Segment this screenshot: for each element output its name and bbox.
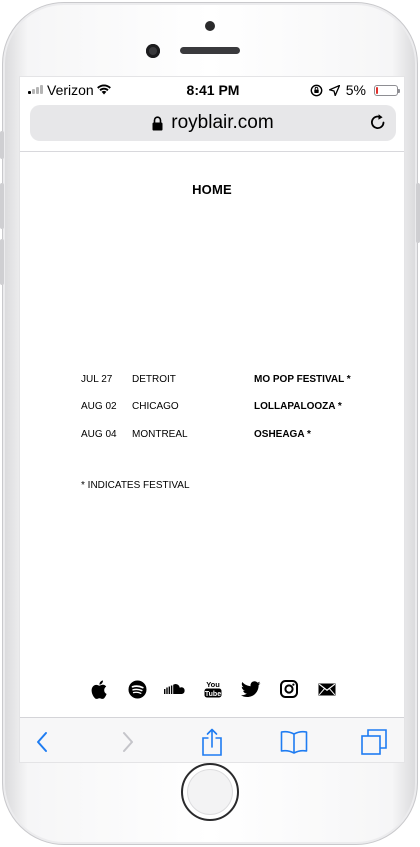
chevron-right-icon	[123, 732, 133, 752]
tour-city: MONTREAL	[132, 429, 188, 440]
forward-button[interactable]	[112, 727, 144, 757]
url-text: royblair.com	[171, 112, 274, 133]
browser-toolbar	[20, 717, 404, 762]
reload-icon[interactable]	[368, 112, 388, 132]
book-icon	[280, 730, 308, 754]
orientation-lock-icon	[310, 84, 323, 96]
proximity-sensor	[205, 21, 215, 31]
battery-percent: 5%	[345, 82, 366, 98]
status-bar: Verizon 8:41 PM 5%	[20, 77, 404, 103]
battery-icon	[374, 84, 400, 96]
earpiece-speaker	[180, 47, 240, 54]
mute-switch	[0, 131, 4, 159]
email-icon[interactable]	[316, 678, 338, 700]
tour-city: CHICAGO	[132, 401, 179, 412]
home-button[interactable]	[181, 763, 239, 821]
page-title[interactable]: HOME	[20, 182, 404, 197]
tour-date-row: AUG 02 CHICAGO LOLLAPALOOZA *	[81, 401, 381, 415]
tour-date-row: AUG 04 MONTREAL OSHEAGA *	[81, 429, 381, 443]
twitter-icon[interactable]	[240, 678, 262, 700]
back-button[interactable]	[26, 727, 58, 757]
tour-date-row: JUL 27 DETROIT MO POP FESTIVAL *	[81, 374, 381, 388]
volume-down-button	[0, 239, 4, 285]
address-bar-divider	[20, 151, 404, 152]
tour-date: JUL 27	[81, 374, 113, 385]
social-links: You Tube	[86, 678, 342, 700]
apple-music-icon[interactable]	[88, 678, 110, 700]
address-bar[interactable]: royblair.com	[30, 105, 396, 141]
location-arrow-icon	[328, 84, 340, 96]
tour-date: AUG 04	[81, 429, 117, 440]
svg-text:Tube: Tube	[205, 691, 221, 698]
svg-text:You: You	[206, 680, 220, 689]
bookmarks-button[interactable]	[276, 727, 312, 757]
spotify-icon[interactable]	[126, 678, 148, 700]
festival-footnote: * INDICATES FESTIVAL	[81, 480, 190, 491]
chevron-left-icon	[37, 732, 47, 752]
tour-event[interactable]: LOLLAPALOOZA *	[254, 401, 342, 412]
youtube-icon[interactable]: You Tube	[202, 678, 224, 700]
tour-date: AUG 02	[81, 401, 117, 412]
soundcloud-icon[interactable]	[163, 678, 189, 700]
front-camera	[146, 44, 160, 58]
phone-screen: Verizon 8:41 PM 5% royblair.com HOME JUL…	[19, 76, 405, 763]
instagram-icon[interactable]	[278, 678, 300, 700]
tour-event[interactable]: OSHEAGA *	[254, 429, 311, 440]
tabs-icon	[361, 729, 387, 755]
volume-up-button	[0, 183, 4, 229]
power-button	[416, 183, 420, 243]
tour-city: DETROIT	[132, 374, 176, 385]
tabs-button[interactable]	[358, 727, 390, 757]
lock-icon	[152, 115, 163, 130]
tour-event[interactable]: MO POP FESTIVAL *	[254, 374, 351, 385]
share-button[interactable]	[196, 727, 228, 757]
share-icon	[202, 728, 222, 756]
